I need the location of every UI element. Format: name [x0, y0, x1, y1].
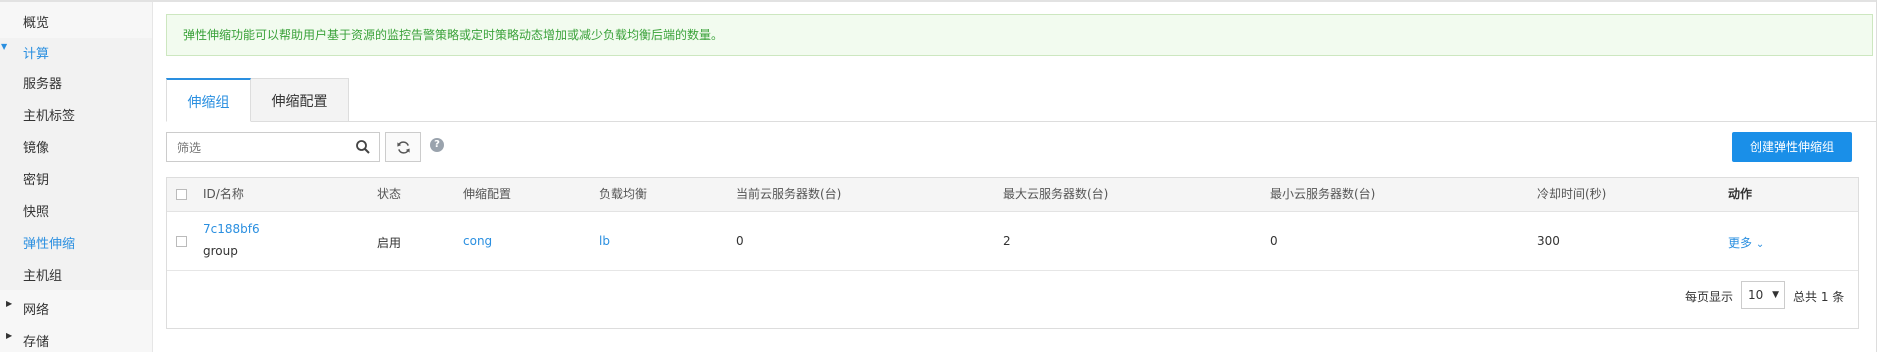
sidebar-item-host-groups[interactable]: 主机组 [23, 265, 62, 284]
caret-down-icon: ▼ [1772, 290, 1779, 300]
sidebar-item-overview[interactable]: 概览 [23, 12, 49, 31]
column-header-current-servers: 当前云服务器数(台) [736, 187, 842, 201]
refresh-icon [397, 141, 410, 154]
sidebar-item-storage[interactable]: 存储 [23, 331, 49, 350]
per-page-value: 10 [1748, 288, 1764, 302]
search-icon[interactable] [355, 139, 371, 155]
column-header-actions: 动作 [1728, 187, 1753, 201]
per-page-label: 每页显示 [1685, 290, 1734, 304]
column-header-config: 伸缩配置 [463, 187, 512, 201]
select-all-checkbox[interactable] [176, 189, 187, 200]
main-content: 弹性伸缩功能可以帮助用户基于资源的监控告警策略或定时策略动态增加或减少负载均衡后… [166, 0, 1877, 352]
column-header-id-name: ID/名称 [203, 187, 244, 201]
column-header-max-servers: 最大云服务器数(台) [1003, 187, 1109, 201]
min-servers-value: 0 [1270, 234, 1278, 248]
table-row: 7c188bf6 group 启用 cong lb 0 2 0 300 更多 ⌄ [167, 212, 1858, 271]
table-header: ID/名称 状态 伸缩配置 负载均衡 当前云服务器数(台) 最大云服务器数(台)… [167, 178, 1858, 212]
create-scaling-group-button[interactable]: 创建弹性伸缩组 [1732, 132, 1852, 162]
row-checkbox[interactable] [176, 236, 187, 247]
tab-scaling-groups[interactable]: 伸缩组 [166, 78, 251, 122]
more-actions-label: 更多 [1728, 236, 1753, 250]
cooldown-value: 300 [1537, 234, 1560, 248]
tabs-baseline [166, 121, 1877, 122]
load-balancer-link[interactable]: lb [599, 234, 610, 248]
sidebar-item-images[interactable]: 镜像 [23, 137, 49, 156]
column-header-load-balancer: 负载均衡 [599, 187, 648, 201]
refresh-button[interactable] [385, 132, 421, 162]
sidebar-item-compute[interactable]: 计算 [23, 43, 49, 62]
more-actions-dropdown[interactable]: 更多 ⌄ [1728, 234, 1764, 251]
sidebar-divider [152, 2, 153, 352]
chevron-down-icon: ⌄ [1755, 239, 1765, 250]
sidebar-item-autoscaling[interactable]: 弹性伸缩 [23, 233, 75, 252]
sidebar: 概览 ▼ 计算 服务器 主机标签 镜像 密钥 快照 弹性伸缩 主机组 ▶ 网络 … [0, 2, 153, 352]
caret-right-icon: ▶ [6, 299, 13, 308]
tab-scaling-config[interactable]: 伸缩配置 [251, 78, 349, 122]
caret-down-icon: ▼ [1, 42, 8, 51]
total-count: 总共 1 条 [1793, 290, 1845, 304]
help-icon[interactable]: ? [430, 138, 444, 152]
sidebar-item-network[interactable]: 网络 [23, 299, 49, 318]
search-box [166, 132, 380, 162]
current-servers-value: 0 [736, 234, 744, 248]
sidebar-item-keys[interactable]: 密钥 [23, 169, 49, 188]
info-alert: 弹性伸缩功能可以帮助用户基于资源的监控告警策略或定时策略动态增加或减少负载均衡后… [166, 14, 1873, 56]
caret-right-icon: ▶ [6, 331, 13, 340]
column-header-status: 状态 [377, 187, 402, 201]
max-servers-value: 2 [1003, 234, 1011, 248]
sidebar-item-host-tags[interactable]: 主机标签 [23, 105, 75, 124]
scaling-groups-table: ID/名称 状态 伸缩配置 负载均衡 当前云服务器数(台) 最大云服务器数(台)… [166, 177, 1859, 329]
group-id-link[interactable]: 7c188bf6 [203, 222, 260, 236]
config-link[interactable]: cong [463, 234, 492, 248]
sidebar-item-snapshots[interactable]: 快照 [23, 201, 49, 220]
column-header-min-servers: 最小云服务器数(台) [1270, 187, 1376, 201]
per-page-select[interactable]: 10 ▼ [1741, 281, 1785, 309]
group-name: group [203, 244, 238, 258]
sidebar-item-servers[interactable]: 服务器 [23, 73, 62, 92]
column-header-cooldown: 冷却时间(秒) [1537, 187, 1607, 201]
group-status: 启用 [377, 236, 402, 250]
search-input[interactable] [175, 137, 349, 159]
